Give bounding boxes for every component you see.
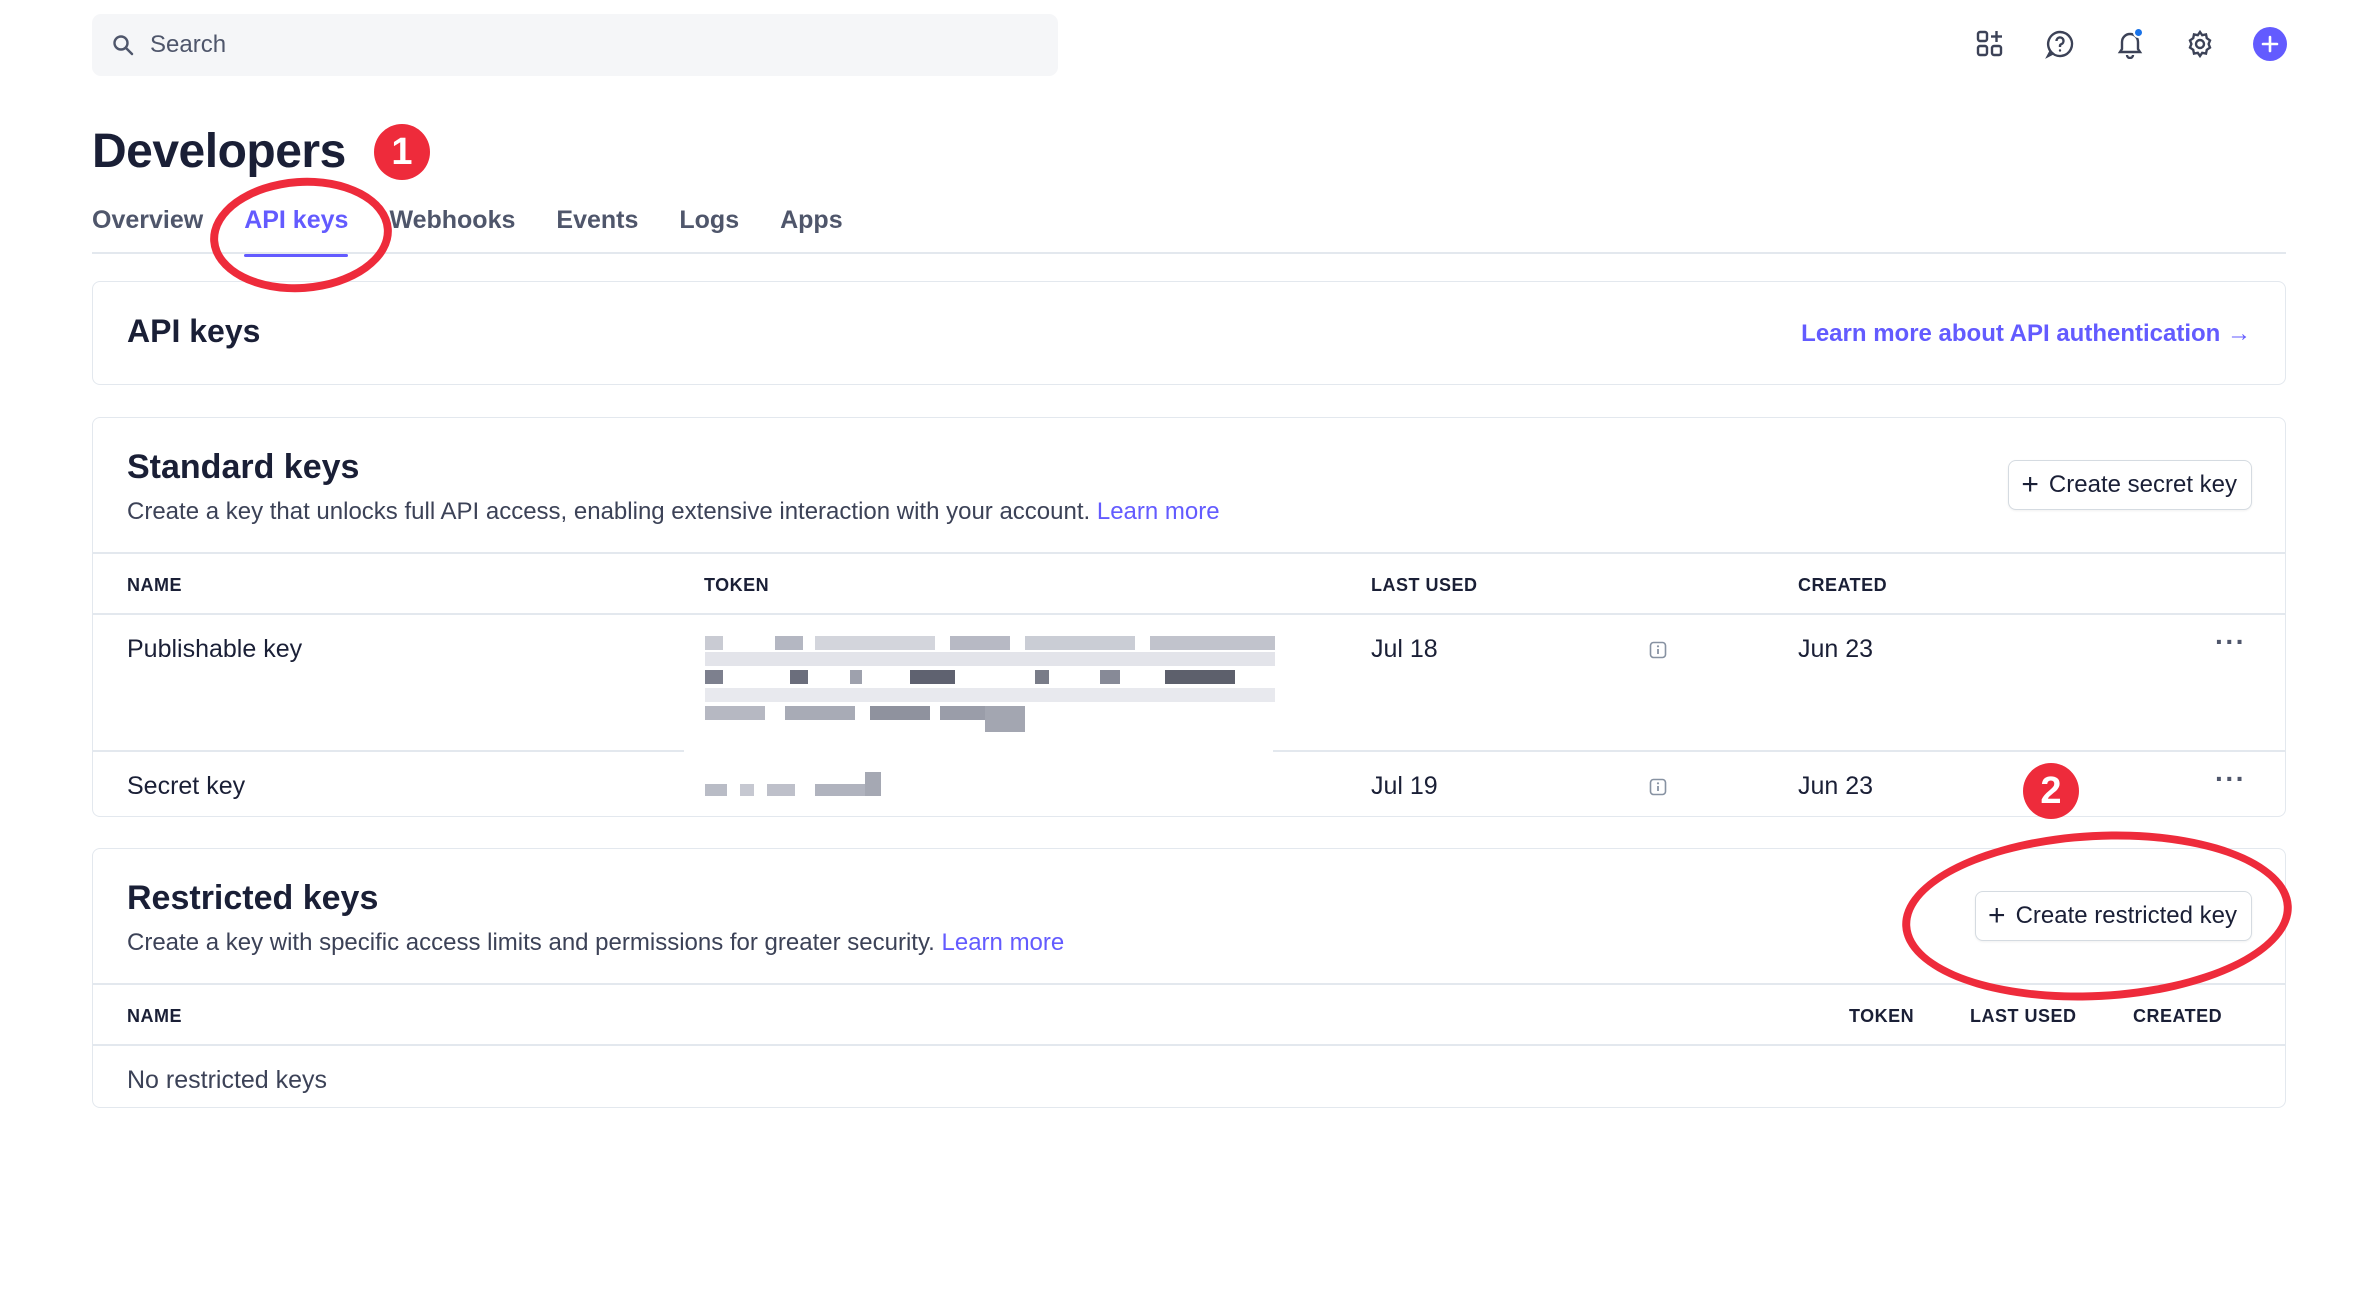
divider <box>93 552 2285 554</box>
api-keys-title: API keys <box>127 313 261 349</box>
notification-bell-icon[interactable] <box>2112 26 2148 62</box>
column-last-used-header: LAST USED <box>1970 1006 2077 1026</box>
developers-page: Search Developers Overview API keys Webh… <box>0 0 2378 1304</box>
plus-icon: + <box>2021 468 2039 501</box>
search-icon <box>110 32 136 58</box>
annotation-circle-1 <box>206 171 396 299</box>
divider <box>93 613 2285 615</box>
created-date: Jun 23 <box>1798 635 1874 663</box>
last-used: Jul 18 <box>1371 635 1438 663</box>
create-secret-key-label: Create secret key <box>2048 471 2237 498</box>
api-keys-card: API keys Learn more about API authentica… <box>92 281 2286 385</box>
info-icon[interactable] <box>1649 641 1667 659</box>
column-created-header: CREATED <box>2133 1006 2223 1026</box>
search-bar[interactable]: Search <box>92 14 1058 76</box>
column-token-header: TOKEN <box>1849 1006 1915 1026</box>
help-icon[interactable] <box>2042 26 2078 62</box>
column-name-header: NAME <box>127 1006 182 1026</box>
column-token-header: TOKEN <box>704 575 770 595</box>
standard-keys-description-text: Create a key that unlocks full API acces… <box>127 498 1091 525</box>
standard-keys-title: Standard keys <box>127 448 360 486</box>
empty-state-text: No restricted keys <box>127 1066 328 1094</box>
divider <box>93 1044 2285 1046</box>
restricted-keys-description: Create a key with specific access limits… <box>127 929 1064 957</box>
column-last-used-header: LAST USED <box>1371 575 1478 595</box>
token-redacted <box>705 772 895 798</box>
divider <box>1273 750 2285 752</box>
tab-events[interactable]: Events <box>556 206 638 257</box>
page-title: Developers <box>92 125 346 178</box>
tab-logs[interactable]: Logs <box>679 206 739 257</box>
tab-overview[interactable]: Overview <box>92 206 203 257</box>
tab-apps[interactable]: Apps <box>780 206 843 257</box>
divider <box>93 750 684 752</box>
restricted-keys-description-text: Create a key with specific access limits… <box>127 929 935 956</box>
row-menu-button[interactable]: ··· <box>2215 763 2246 795</box>
create-secret-key-button[interactable]: + Create secret key <box>2008 460 2252 510</box>
tab-webhooks[interactable]: Webhooks <box>389 206 515 257</box>
top-toolbar <box>1972 26 2288 62</box>
annotation-badge-2: 2 <box>2023 763 2079 819</box>
info-icon[interactable] <box>1649 778 1667 796</box>
search-placeholder: Search <box>150 31 227 58</box>
apps-add-icon[interactable] <box>1972 26 2008 62</box>
standard-keys-card: Standard keys Create a key that unlocks … <box>92 417 2286 817</box>
standard-keys-description: Create a key that unlocks full API acces… <box>127 498 1220 526</box>
settings-gear-icon[interactable] <box>2182 26 2218 62</box>
annotation-badge-1: 1 <box>374 124 430 180</box>
restricted-keys-title: Restricted keys <box>127 879 379 917</box>
last-used: Jul 19 <box>1371 772 1438 800</box>
key-name: Publishable key <box>127 635 303 663</box>
key-name: Secret key <box>127 772 246 800</box>
learn-more-api-auth-link[interactable]: Learn more about API authentication → <box>1801 320 2251 348</box>
token-redacted <box>705 636 1275 734</box>
row-menu-button[interactable]: ··· <box>2215 626 2246 658</box>
column-name-header: NAME <box>127 575 182 595</box>
tabs-divider <box>92 252 2286 254</box>
divider <box>93 983 2285 985</box>
create-plus-icon[interactable] <box>2252 26 2288 62</box>
column-created-header: CREATED <box>1798 575 1888 595</box>
restricted-keys-learn-more-link[interactable]: Learn more <box>942 929 1065 956</box>
standard-keys-learn-more-link[interactable]: Learn more <box>1097 498 1220 525</box>
notification-dot <box>2133 27 2144 38</box>
created-date: Jun 23 <box>1798 772 1874 800</box>
